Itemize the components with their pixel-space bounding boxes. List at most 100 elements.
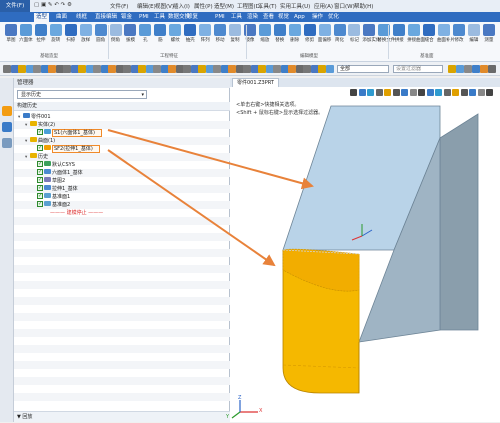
toolbar-tool-icon[interactable] (153, 65, 161, 73)
ribbon-button[interactable]: 移动 (213, 24, 227, 43)
view-tool-icon[interactable] (409, 89, 417, 96)
view-tool-icon[interactable] (452, 89, 459, 96)
ribbon-button[interactable]: 修改 (452, 24, 466, 43)
visibility-checkbox[interactable] (37, 144, 43, 152)
view-tool-icon[interactable] (460, 89, 468, 96)
toolbar-tool-icon[interactable] (472, 65, 480, 73)
menu-item-help[interactable]: 帮助(H) (354, 2, 373, 10)
stop-marker[interactable]: ——— 建模停止 ——— (50, 209, 103, 217)
visibility-checkbox[interactable] (37, 168, 43, 176)
toolbar-tool-icon[interactable] (33, 65, 41, 73)
ribbon-button[interactable]: 复制 (228, 24, 242, 43)
menu-item-apps[interactable]: 应用(A) (314, 2, 333, 10)
toolbar-tool-icon[interactable] (93, 65, 101, 73)
ribbon-tab[interactable]: 渲染 (245, 13, 260, 22)
ribbon-tab[interactable]: PMI (213, 13, 227, 22)
view-tool-icon[interactable] (435, 89, 442, 96)
visibility-checkbox[interactable] (37, 176, 43, 184)
menu-item-view[interactable]: 视图(V) (155, 2, 174, 10)
document-tab[interactable]: 零件001.Z3PRT (232, 78, 279, 87)
view-tool-icon[interactable] (477, 89, 485, 96)
tree-node[interactable]: SF2(拉伸1_基体) (32, 144, 100, 153)
menu-item-insert[interactable]: 插入(I) (173, 2, 190, 10)
tree-node[interactable]: S1(六面体1_基体) (32, 128, 102, 137)
layer-tab-icon[interactable] (2, 138, 12, 148)
ribbon-button[interactable]: 倒角 (109, 24, 123, 43)
ribbon-button[interactable]: 孔 (138, 24, 152, 43)
view-tool-icon[interactable] (486, 89, 493, 96)
toolbar-tool-icon[interactable] (198, 65, 206, 73)
toolbar-tool-icon[interactable] (480, 65, 488, 73)
visibility-checkbox[interactable] (37, 184, 43, 192)
view-tool-icon[interactable] (426, 89, 434, 96)
toolbar-tool-icon[interactable] (123, 65, 131, 73)
toolbar-tool-icon[interactable] (258, 65, 266, 73)
ribbon-tab[interactable]: 工具 (229, 13, 244, 22)
ribbon-button[interactable]: 阵列 (198, 24, 212, 43)
visibility-checkbox[interactable] (37, 192, 43, 200)
toolbar-tool-icon[interactable] (488, 65, 496, 73)
menu-item-utilities[interactable]: 实用工具(U) (280, 2, 310, 10)
ribbon-button[interactable]: 缩放 (258, 24, 272, 43)
toolbar-tool-icon[interactable] (78, 65, 86, 73)
ribbon-button[interactable]: 筋 (153, 24, 167, 43)
ribbon-button[interactable]: 拼接 (392, 24, 406, 43)
menu-item-edit[interactable]: 编辑(E) (137, 2, 156, 10)
toolbar-tool-icon[interactable] (183, 65, 191, 73)
visibility-checkbox[interactable] (37, 200, 43, 208)
ribbon-button[interactable]: 面偏移 (318, 24, 332, 43)
view-tool-icon[interactable] (384, 89, 391, 96)
ribbon-button[interactable]: 修剪 (303, 24, 317, 43)
menu-item-properties[interactable]: 属性(P) (194, 2, 213, 10)
visibility-checkbox[interactable] (37, 160, 43, 168)
menu-item-file[interactable]: 文件(F) (110, 2, 128, 10)
toolbar-tool-icon[interactable] (3, 65, 11, 73)
ribbon-button[interactable]: 拉伸 (34, 24, 48, 43)
toolbar-tool-icon[interactable] (18, 65, 26, 73)
view-tool-icon[interactable] (358, 89, 366, 96)
view-tool-icon[interactable] (350, 89, 357, 96)
filter-input[interactable]: 设置过滤器 (393, 65, 443, 73)
toolbar-tool-icon[interactable] (138, 65, 146, 73)
file-menu-button[interactable]: 文件(F) (0, 0, 30, 12)
playback-bar[interactable]: ▼ 回放 (14, 411, 230, 422)
toolbar-tool-icon[interactable] (213, 65, 221, 73)
ribbon-button[interactable]: 抽壳 (183, 24, 197, 43)
menu-item-window[interactable]: 窗口(W) (334, 2, 355, 10)
history-display-combo[interactable]: 显示历史 ▾ (17, 90, 147, 99)
toolbar-tool-icon[interactable] (464, 65, 472, 73)
ribbon-button[interactable]: 扫掠 (64, 24, 78, 43)
toolbar-tool-icon[interactable] (63, 65, 71, 73)
quick-access-icons[interactable]: ▢ ▣ ✎ ↶ ↷ ⚙ (34, 2, 72, 8)
toolbar-tool-icon[interactable] (243, 65, 251, 73)
view-tool-icon[interactable] (443, 89, 451, 96)
ribbon-button[interactable]: 拼接曲面 (407, 24, 425, 43)
toolbar-tool-icon[interactable] (288, 65, 296, 73)
toolbar-tool-icon[interactable] (168, 65, 176, 73)
ribbon-tab[interactable]: 造型 (34, 13, 50, 22)
view-tab-icon[interactable] (2, 122, 12, 132)
tree-node[interactable]: 基准面2 (32, 200, 70, 209)
ribbon-tab[interactable]: 查看 (261, 13, 276, 22)
ribbon-button[interactable]: 简化 (333, 24, 347, 43)
toolbar-tool-icon[interactable] (325, 65, 334, 73)
tree-node[interactable]: ▾ 零件001 (18, 113, 51, 121)
ribbon-button[interactable]: 放样 (79, 24, 93, 43)
ribbon-tab[interactable]: PMI (137, 13, 151, 22)
view-tool-icon[interactable] (469, 89, 476, 96)
toolbar-tool-icon[interactable] (448, 65, 456, 73)
menu-item-modeling[interactable]: 造型(M) (214, 2, 234, 10)
graphics-viewport[interactable]: 零件001.Z3PRT <单击右键>快捷相关选项。 <Shift + 鼠标右键>… (230, 78, 500, 422)
ribbon-button[interactable]: 草图 (4, 24, 18, 43)
ribbon-button[interactable]: 编辑 (467, 24, 481, 43)
view-tool-icon[interactable] (375, 89, 383, 96)
filter-all-combo[interactable]: 全部 (337, 65, 389, 73)
ribbon-tab[interactable]: 线框 (74, 13, 89, 22)
view-tool-icon[interactable] (367, 89, 374, 96)
toolbar-tool-icon[interactable] (48, 65, 56, 73)
ribbon-tab[interactable]: 工具 (152, 13, 167, 22)
toolbar-tool-icon[interactable] (273, 65, 281, 73)
ribbon-button[interactable]: 替换文件 (377, 24, 395, 43)
ribbon-tab[interactable]: 视觉 (276, 13, 291, 22)
visibility-checkbox[interactable] (37, 128, 43, 136)
